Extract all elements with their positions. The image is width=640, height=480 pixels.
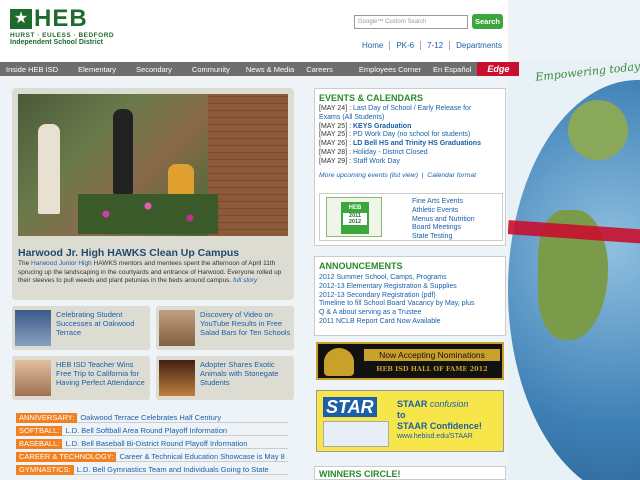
full-story-link[interactable]: full story <box>233 277 257 284</box>
news-item[interactable]: GYMNASTICS: L.D. Bell Gymnastics Team and… <box>16 464 288 475</box>
globe-image <box>508 80 640 480</box>
story-tile[interactable]: Discovery of Video on YouTube Results in… <box>156 306 294 350</box>
search-input[interactable]: Google™ Custom Search <box>354 15 468 29</box>
events-links: More upcoming events (list view) | Calen… <box>319 171 477 179</box>
calendar-icon-year: 2011 2012 <box>343 213 367 225</box>
story-tile[interactable]: Celebrating Student Successes at Oakwood… <box>12 306 150 350</box>
news-item[interactable]: CAREER & TECHNOLOGY: Career & Technical E… <box>16 451 288 462</box>
story-tile[interactable]: HEB ISD Teacher Wins Free Trip to Califo… <box>12 356 150 400</box>
story-thumbnail <box>159 310 195 346</box>
event-row[interactable]: [MAY 25] : KEYS Graduation <box>315 123 505 132</box>
news-link[interactable]: Oakwood Terrace Celebrates Half Century <box>80 413 221 422</box>
globe-land-north <box>568 100 628 160</box>
district-logo[interactable]: ★ HEB HURST · EULESS · BEDFORD Independe… <box>10 5 120 46</box>
nav-elementary[interactable]: Elementary <box>64 65 122 74</box>
feature-photo[interactable] <box>18 94 288 236</box>
link-fine-arts[interactable]: Fine Arts Events <box>412 198 475 207</box>
story-title[interactable]: Discovery of Video on YouTube Results in… <box>200 310 292 337</box>
feature-story: Harwood Jr. High HAWKS Clean Up Campus T… <box>12 88 294 300</box>
news-link[interactable]: Career & Technical Education Showcase is… <box>119 452 284 461</box>
story-thumbnail <box>15 310 51 346</box>
story-title[interactable]: Adopter Shares Exotic Animals with Stone… <box>200 360 292 387</box>
hall-of-fame-banner[interactable]: Now Accepting Nominations HEB ISD HALL O… <box>316 342 504 380</box>
texas-star-icon: ★ <box>10 9 32 29</box>
announcement-link[interactable]: Q & A about serving as a Trustee <box>315 309 505 318</box>
story-title[interactable]: HEB ISD Teacher Wins Free Trip to Califo… <box>56 360 148 387</box>
staar-banner[interactable]: STAR STAAR confusion to STAAR Confidence! … <box>316 390 504 452</box>
news-item[interactable]: SOFTBALL: L.D. Bell Softball Area Round P… <box>16 425 288 436</box>
announcement-link[interactable]: 2012-13 Elementary Registration & Suppli… <box>315 283 505 292</box>
top-link-pk6[interactable]: PK-6 <box>390 41 422 50</box>
book-icon <box>323 421 389 447</box>
calendar-box: HEB 2011 2012 Fine Arts Events Athletic E… <box>319 193 503 241</box>
hof-line2: HEB ISD HALL OF FAME 2012 <box>376 365 488 373</box>
nav-careers[interactable]: Careers <box>300 65 339 74</box>
event-row[interactable]: [MAY 28] : Holiday - District Closed <box>315 149 505 158</box>
more-events-link[interactable]: More upcoming events (list view) <box>319 172 418 179</box>
calendar-links: Fine Arts Events Athletic Events Menus a… <box>412 198 475 242</box>
nav-inside-heb[interactable]: Inside HEB ISD <box>0 65 64 74</box>
announcement-link[interactable]: Timeline to fill School Board Vacancy by… <box>315 300 505 309</box>
nav-news-media[interactable]: News & Media <box>236 65 300 74</box>
feature-title[interactable]: Harwood Jr. High HAWKS Clean Up Campus <box>18 247 239 259</box>
globe-background <box>508 60 640 480</box>
news-tag: SOFTBALL: <box>16 426 63 436</box>
announcement-link[interactable]: 2012-13 Secondary Registration (pdf) <box>315 292 505 301</box>
link-state-testing[interactable]: State Testing <box>412 233 475 242</box>
logo-district: Independent School District <box>10 39 103 46</box>
announcement-link[interactable]: 2012 Summer School, Camps, Programs <box>315 274 505 283</box>
story-title[interactable]: Celebrating Student Successes at Oakwood… <box>56 310 148 337</box>
star-logo: STAR <box>323 397 377 417</box>
news-tag: GYMNASTICS: <box>16 465 74 475</box>
event-row[interactable]: [MAY 26] : LD Bell HS and Trinity HS Gra… <box>315 140 505 149</box>
logo-text: HEB <box>34 5 88 32</box>
nav-employees[interactable]: Employees Corner <box>339 65 427 74</box>
trophy-icon <box>324 348 354 376</box>
calendar-icon[interactable]: HEB 2011 2012 <box>326 197 382 237</box>
logo-cities: HURST · EULESS · BEDFORD <box>10 32 115 39</box>
event-row[interactable]: Exams (All Students) <box>315 114 505 123</box>
hof-line1: Now Accepting Nominations <box>364 349 500 361</box>
nav-secondary[interactable]: Secondary <box>122 65 178 74</box>
nav-community[interactable]: Community <box>178 65 236 74</box>
nav-espanol[interactable]: En Español <box>427 65 477 74</box>
feature-text: The Harwood Junior High HAWKS mentors an… <box>18 260 282 285</box>
story-thumbnail <box>159 360 195 396</box>
event-row[interactable]: [MAY 25] : PD Work Day (no school for st… <box>315 131 505 140</box>
top-link-7-12[interactable]: 7-12 <box>421 41 451 50</box>
announcement-link[interactable]: 2011 NCLB Report Card Now Available <box>315 318 505 327</box>
news-tag: ANNIVERSARY: <box>16 413 78 423</box>
search-button[interactable]: Search <box>472 14 503 29</box>
news-tag: CAREER & TECHNOLOGY: <box>16 452 117 462</box>
calendar-icon-label: HEB <box>348 205 362 211</box>
link-menus[interactable]: Menus and Nutrition <box>412 216 475 225</box>
staar-url[interactable]: www.hebisd.edu/STAAR <box>397 433 473 440</box>
winners-circle-title: WINNERS CIRCLE! <box>314 466 506 480</box>
top-links: Home PK-6 7-12 Departments <box>356 41 508 50</box>
top-link-departments[interactable]: Departments <box>450 41 508 50</box>
event-row[interactable]: [MAY 29] : Staff Work Day <box>315 158 505 167</box>
link-board[interactable]: Board Meetings <box>412 224 475 233</box>
news-link[interactable]: L.D. Bell Gymnastics Team and Individual… <box>77 465 269 474</box>
news-link[interactable]: L.D. Bell Softball Area Round Playoff In… <box>65 426 227 435</box>
story-thumbnail <box>15 360 51 396</box>
news-item[interactable]: BASEBALL: L.D. Bell Baseball Bi-District … <box>16 438 288 449</box>
feature-link[interactable]: Harwood Junior High <box>31 260 92 267</box>
main-nav: Inside HEB ISD Elementary Secondary Comm… <box>0 62 520 76</box>
staar-slogan: STAAR confusion to STAAR Confidence! <box>397 399 482 431</box>
story-tile[interactable]: Adopter Shares Exotic Animals with Stone… <box>156 356 294 400</box>
announcements-panel: ANNOUNCEMENTS 2012 Summer School, Camps,… <box>314 256 506 336</box>
link-athletic[interactable]: Athletic Events <box>412 207 475 216</box>
nav-edge[interactable]: Edge <box>477 62 520 76</box>
top-link-home[interactable]: Home <box>356 41 391 50</box>
news-tag: BASEBALL: <box>16 439 63 449</box>
news-link[interactable]: L.D. Bell Baseball Bi-District Round Pla… <box>65 439 247 448</box>
events-title: EVENTS & CALENDARS <box>319 93 424 103</box>
site-header: ★ HEB HURST · EULESS · BEDFORD Independe… <box>0 0 508 62</box>
news-item[interactable]: ANNIVERSARY: Oakwood Terrace Celebrates H… <box>16 412 288 423</box>
announcements-title: ANNOUNCEMENTS <box>319 261 403 271</box>
events-panel: EVENTS & CALENDARS [MAY 24] : Last Day o… <box>314 88 506 246</box>
calendar-format-link[interactable]: Calendar format <box>427 172 476 179</box>
event-row[interactable]: [MAY 24] : Last Day of School / Early Re… <box>315 105 505 114</box>
